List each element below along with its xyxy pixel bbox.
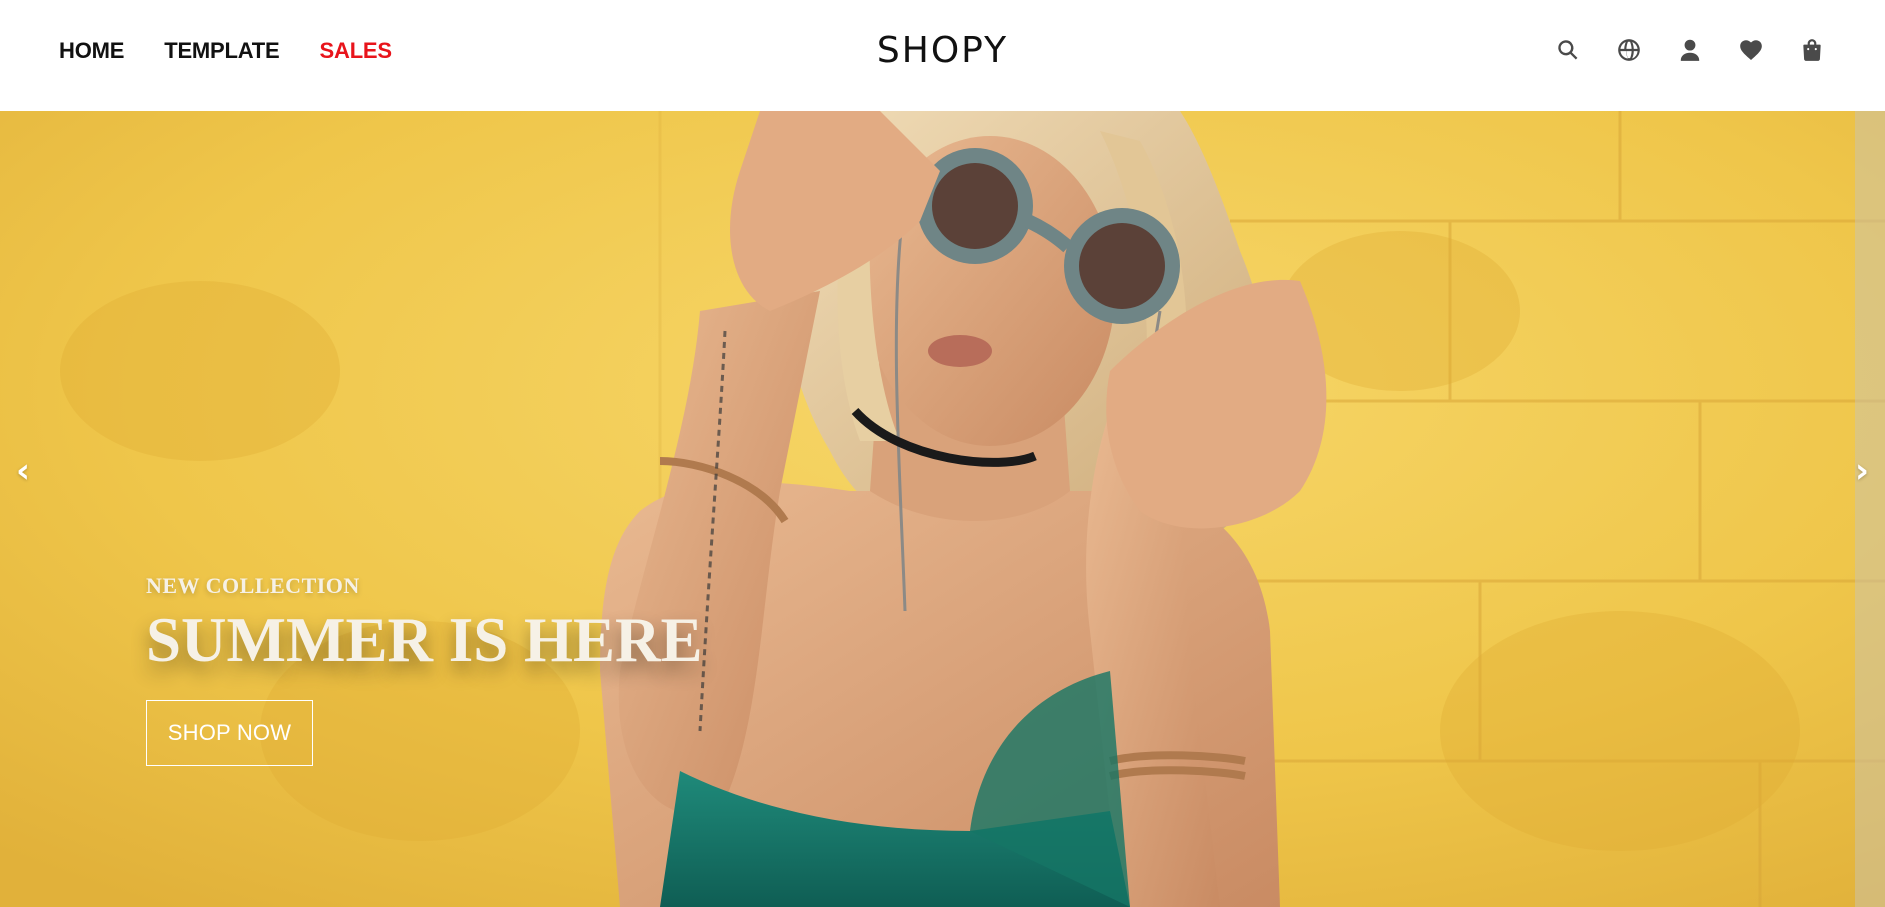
globe-icon[interactable] [1614,35,1643,64]
site-header: HOME TEMPLATE SALES SHOPY [0,0,1885,111]
heart-icon[interactable] [1736,35,1765,64]
search-icon[interactable] [1553,35,1582,64]
nav-template-link[interactable]: TEMPLATE [164,38,280,63]
header-icon-bar [1553,35,1826,64]
user-icon[interactable] [1675,35,1704,64]
shop-now-button[interactable]: SHOP NOW [146,700,313,766]
next-slide-arrow[interactable]: › [1847,441,1877,501]
shopping-bag-icon[interactable] [1797,35,1826,64]
nav-sales-link[interactable]: SALES [320,38,393,63]
main-nav: HOME TEMPLATE SALES [59,38,392,64]
hero-slider: ‹ › NEW COLLECTION SUMMER IS HERE SHOP N… [0,111,1885,907]
hero-model-image [0,111,1885,907]
hero-eyebrow: NEW COLLECTION [146,573,360,598]
prev-slide-arrow[interactable]: ‹ [8,441,38,501]
hero-caption: NEW COLLECTION SUMMER IS HERE SHOP NOW [146,573,703,766]
site-logo[interactable]: SHOPY [877,30,1008,71]
hero-headline: SUMMER IS HERE [146,605,703,675]
nav-home-link[interactable]: HOME [59,38,124,63]
